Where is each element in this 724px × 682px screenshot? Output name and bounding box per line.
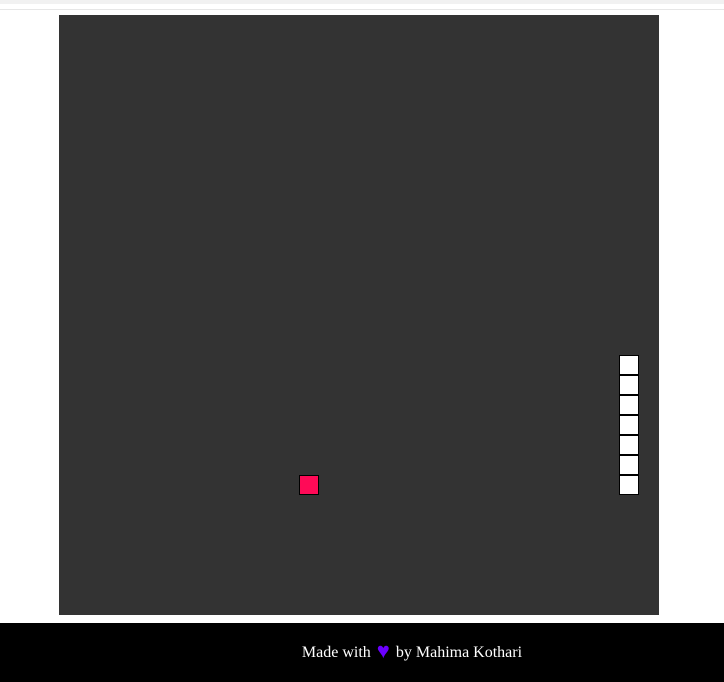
snake-segment <box>619 435 639 455</box>
snake-segment <box>619 415 639 435</box>
footer-author: by Mahima Kothari <box>395 643 523 661</box>
food-pellet <box>299 475 319 495</box>
top-strip <box>0 0 724 4</box>
heart-icon: ♥ <box>376 637 390 663</box>
footer: Made with ♥ by Mahima Kothari <box>0 623 724 682</box>
snake-segment <box>619 355 639 375</box>
snake-segment <box>619 475 639 495</box>
browser-top-bar <box>0 0 724 10</box>
snake-segment <box>619 375 639 395</box>
game-board[interactable] <box>59 15 659 615</box>
snake-segment <box>619 455 639 475</box>
footer-made-with: Made with <box>301 643 371 661</box>
snake-segment <box>619 395 639 415</box>
